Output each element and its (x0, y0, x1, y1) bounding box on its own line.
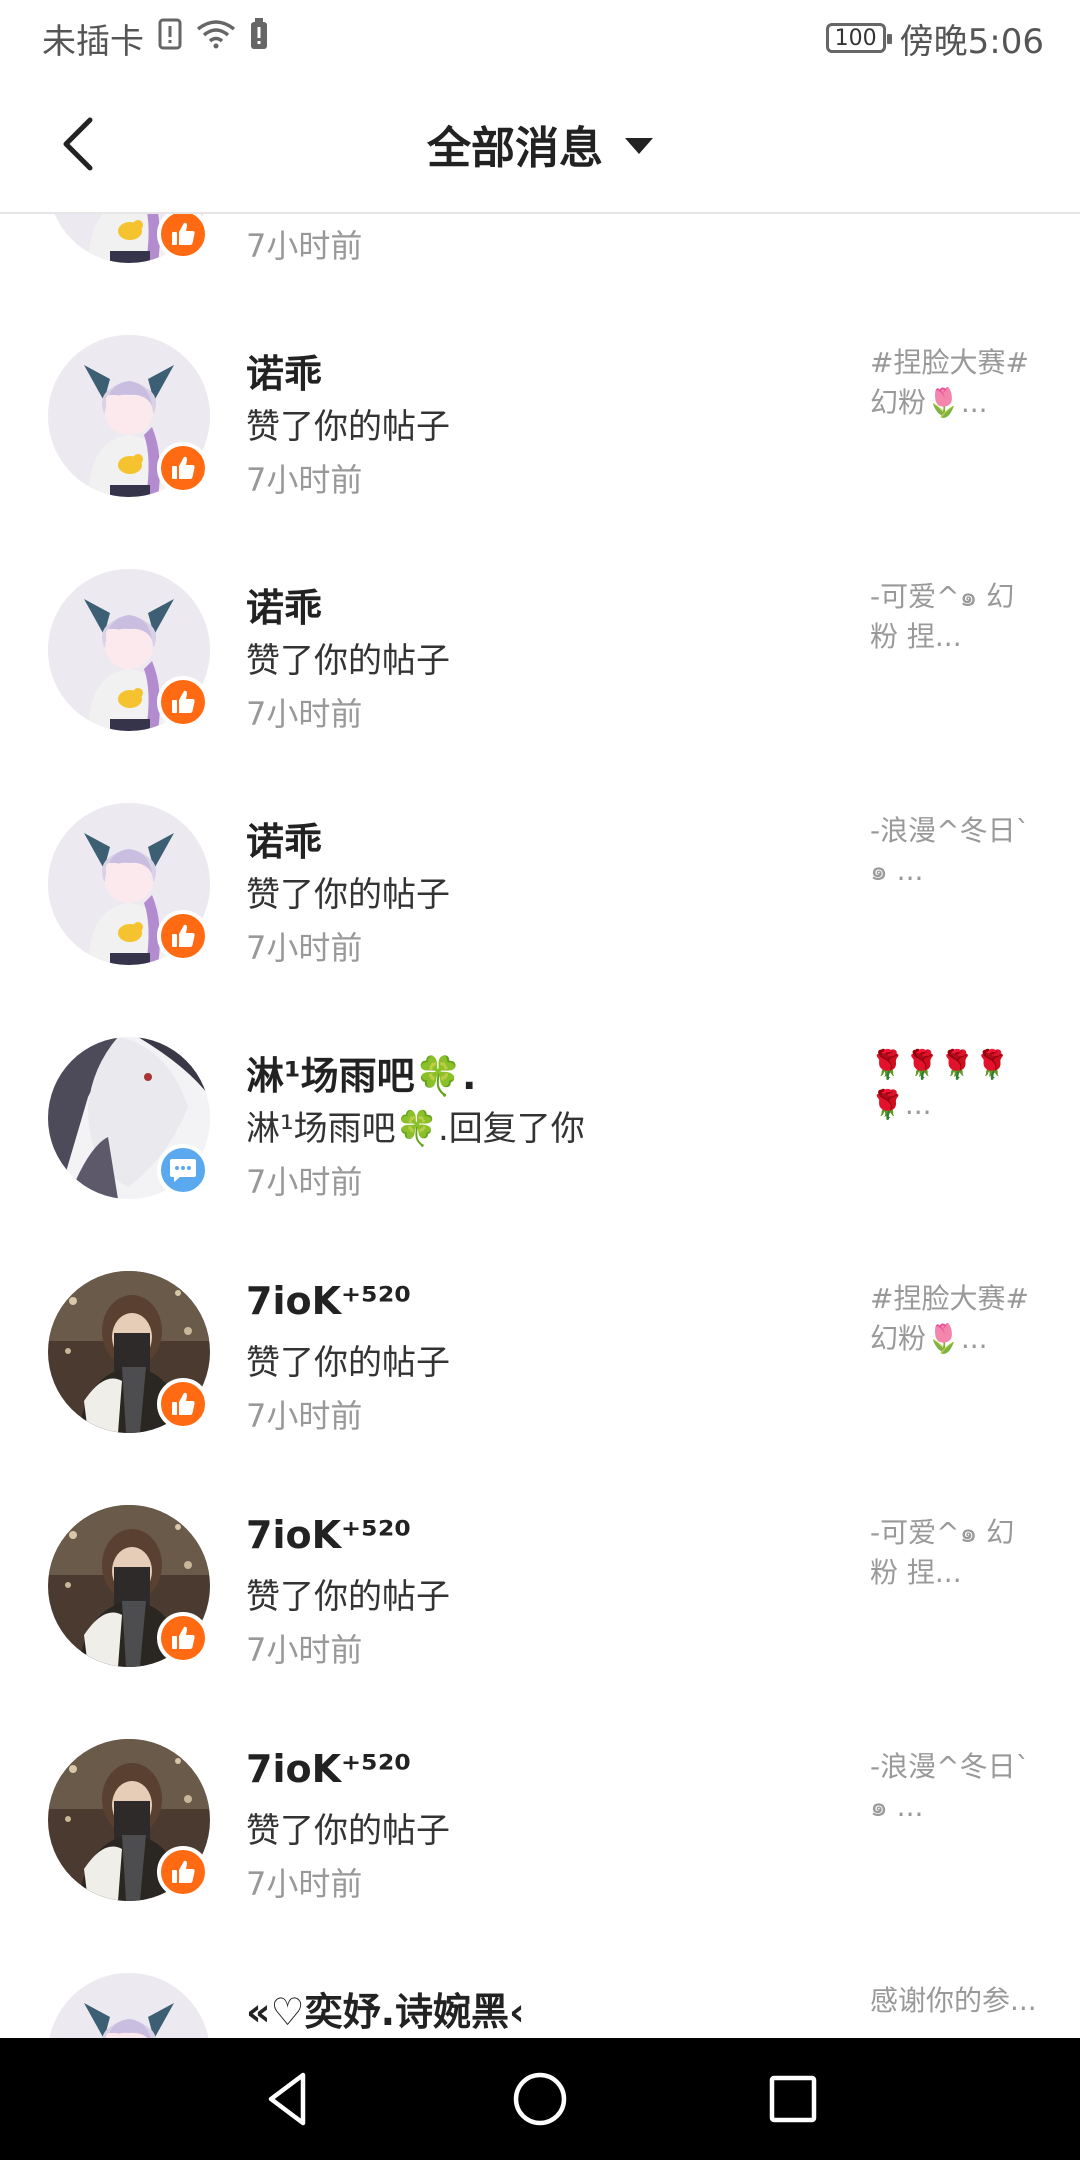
wifi-icon (196, 18, 236, 58)
post-snippet[interactable]: #捏脸大赛#幻粉🌷... (870, 343, 1038, 423)
like-icon (157, 676, 209, 728)
message-row[interactable]: 7ioK⁺⁵²⁰ 赞了你的帖子 7小时前 #捏脸大赛#幻粉🌷... (0, 1235, 1080, 1469)
battery-level: 100 (834, 25, 877, 51)
status-bar: 未插卡 100 傍晚5:06 (0, 0, 1080, 76)
comment-icon (157, 1144, 209, 1196)
back-triangle-icon (268, 2072, 305, 2126)
battery-icon: 100 (825, 23, 892, 53)
clock-text: 傍晚5:06 (899, 21, 1044, 62)
page-title: 全部消息 (427, 123, 603, 174)
back-button[interactable] (48, 114, 108, 174)
status-left: 未插卡 (42, 14, 268, 63)
nav-recents-button[interactable] (748, 2054, 838, 2144)
post-snippet[interactable]: #捏脸大赛#幻粉🌷... (870, 1279, 1038, 1359)
message-action: 赞了你的帖子 (246, 1343, 450, 1383)
sender-name[interactable]: 7ioK⁺⁵²⁰ (246, 1747, 411, 1791)
sender-name[interactable]: 淋¹场雨吧🍀. (246, 1045, 476, 1100)
like-icon (157, 214, 209, 260)
nav-home-button[interactable] (495, 2054, 585, 2144)
like-icon (157, 442, 209, 494)
message-row[interactable]: 诺乖赞了你的帖子 7小时前 #捏脸大赛#幻粉🌷... (0, 299, 1080, 533)
message-time: 7小时前 (246, 1631, 363, 1669)
message-action: 赞了你的帖子 (246, 875, 450, 915)
message-row[interactable]: 7ioK⁺⁵²⁰ 赞了你的帖子 7小时前 -可爱^๑ 幻粉 捏... (0, 1469, 1080, 1703)
message-time: 7小时前 (246, 461, 363, 499)
post-snippet[interactable]: 感谢你的参... (870, 1981, 1038, 2021)
post-snippet[interactable]: 🌹🌹🌹🌹🌹... (870, 1045, 1038, 1125)
message-time: 7小时前 (246, 929, 363, 967)
post-snippet[interactable]: -浪漫^冬日`๑ ... (870, 811, 1038, 891)
status-right: 100 傍晚5:06 (825, 14, 1044, 63)
like-icon (157, 1846, 209, 1898)
chevron-down-icon (625, 138, 653, 154)
message-row[interactable]: 诺乖赞了你的帖子 7小时前 -浪漫^冬日`๑ ... (0, 767, 1080, 1001)
nav-back-button[interactable] (242, 2054, 332, 2144)
sender-name[interactable]: 7ioK⁺⁵²⁰ (246, 1279, 411, 1323)
sender-name[interactable]: «♡奕妤.诗婉黑‹ (246, 1981, 525, 2036)
message-action: 赞了你的帖子 (246, 1811, 450, 1851)
message-list[interactable]: 赞了你的帖子7小时前`๑ ...诺乖赞了你的帖子7小时前#捏脸大赛#幻粉🌷...… (0, 214, 1080, 2038)
post-snippet[interactable]: -可爱^๑ 幻粉 捏... (870, 1513, 1038, 1593)
carrier-text: 未插卡 (42, 21, 144, 62)
sender-name[interactable]: 诺乖 (246, 343, 322, 398)
like-icon (157, 1612, 209, 1664)
sender-name[interactable]: 诺乖 (246, 811, 322, 866)
message-row[interactable]: 淋¹场雨吧🍀. 淋¹场雨吧🍀.回复了你 7小时前 🌹🌹🌹🌹🌹... (0, 1001, 1080, 1235)
recents-square-icon (770, 2075, 817, 2123)
system-nav-bar (0, 2038, 1080, 2160)
message-action: 赞了你的帖子 (246, 641, 450, 681)
post-snippet[interactable]: -浪漫^冬日`๑ ... (870, 1747, 1038, 1827)
sim-alert-icon (158, 18, 182, 59)
message-action: 赞了你的帖子 (246, 407, 450, 447)
message-time: 7小时前 (246, 695, 363, 733)
message-row[interactable]: 赞了你的帖子7小时前`๑ ... (0, 214, 1080, 299)
like-icon (157, 910, 209, 962)
message-row[interactable]: 诺乖赞了你的帖子 7小时前 -可爱^๑ 幻粉 捏... (0, 533, 1080, 767)
message-action: 赞了你的帖子 (246, 1577, 450, 1617)
message-time: 7小时前 (246, 227, 363, 265)
message-time: 7小时前 (246, 1397, 363, 1435)
app-header: 全部消息 (0, 76, 1080, 214)
message-row[interactable]: «♡奕妤.诗婉黑‹ 感谢你的参... (0, 1937, 1080, 2038)
sender-name[interactable]: 7ioK⁺⁵²⁰ (246, 1513, 411, 1557)
post-snippet[interactable]: -可爱^๑ 幻粉 捏... (870, 577, 1038, 657)
message-row[interactable]: 7ioK⁺⁵²⁰ 赞了你的帖子 7小时前 -浪漫^冬日`๑ ... (0, 1703, 1080, 1937)
message-time: 7小时前 (246, 1163, 363, 1201)
message-action: 淋¹场雨吧🍀.回复了你 (246, 1109, 585, 1149)
message-filter-dropdown[interactable]: 全部消息 (427, 112, 653, 176)
sender-name[interactable]: 诺乖 (246, 577, 322, 632)
message-list-content: 赞了你的帖子7小时前`๑ ...诺乖赞了你的帖子7小时前#捏脸大赛#幻粉🌷...… (0, 214, 1080, 2038)
home-circle-icon (513, 2072, 567, 2126)
avatar[interactable] (48, 1973, 210, 2038)
message-time: 7小时前 (246, 1865, 363, 1903)
back-arrow-icon (63, 117, 93, 171)
battery-small-icon (250, 17, 268, 59)
like-icon (157, 1378, 209, 1430)
